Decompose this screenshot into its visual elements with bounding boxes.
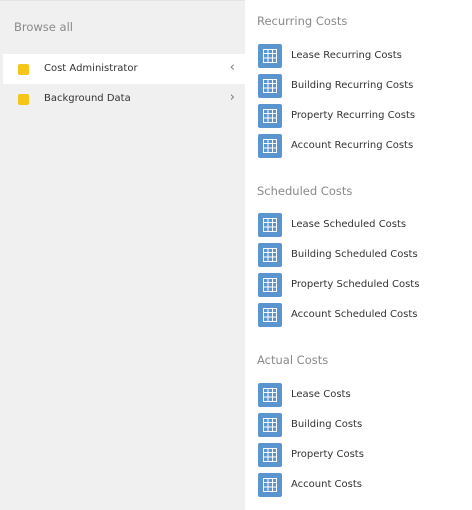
section-title-scheduled-costs: Scheduled Costs — [257, 184, 353, 198]
report-account-scheduled-costs[interactable]: Account Scheduled Costs — [258, 303, 463, 327]
sidebar-item-background-data[interactable]: Background Data › — [3, 84, 245, 114]
browse-all-heading: Browse all — [14, 20, 73, 34]
report-label: Lease Scheduled Costs — [291, 219, 407, 230]
report-label: Property Recurring Costs — [291, 110, 416, 121]
sidebar-item-cost-administrator[interactable]: Cost Administrator ‹ — [3, 54, 245, 84]
table-icon — [258, 473, 282, 497]
report-label: Building Scheduled Costs — [291, 249, 418, 260]
report-account-costs[interactable]: Account Costs — [258, 473, 463, 497]
report-lease-scheduled-costs[interactable]: Lease Scheduled Costs — [258, 213, 463, 237]
report-label: Account Costs — [291, 479, 362, 490]
report-building-costs[interactable]: Building Costs — [258, 413, 463, 437]
table-icon — [258, 44, 282, 68]
report-label: Account Scheduled Costs — [291, 309, 418, 320]
report-label: Property Costs — [291, 449, 364, 460]
report-lease-costs[interactable]: Lease Costs — [258, 383, 463, 407]
table-icon — [258, 413, 282, 437]
folder-icon — [18, 94, 29, 105]
table-icon — [258, 273, 282, 297]
table-icon — [258, 443, 282, 467]
sidebar-item-label: Cost Administrator — [44, 63, 138, 74]
section-title-recurring-costs: Recurring Costs — [257, 14, 348, 28]
table-icon — [258, 104, 282, 128]
report-account-recurring-costs[interactable]: Account Recurring Costs — [258, 134, 463, 158]
table-icon — [258, 134, 282, 158]
folder-icon — [18, 64, 29, 75]
report-property-costs[interactable]: Property Costs — [258, 443, 463, 467]
report-label: Building Costs — [291, 419, 363, 430]
table-icon — [258, 383, 282, 407]
chevron-right-icon[interactable]: › — [230, 90, 235, 106]
report-label: Account Recurring Costs — [291, 140, 414, 151]
table-icon — [258, 74, 282, 98]
report-property-scheduled-costs[interactable]: Property Scheduled Costs — [258, 273, 463, 297]
table-icon — [258, 243, 282, 267]
table-icon — [258, 213, 282, 237]
section-title-actual-costs: Actual Costs — [257, 353, 329, 367]
sidebar: Browse all Cost Administrator ‹ Backgrou… — [0, 0, 245, 510]
report-label: Property Scheduled Costs — [291, 279, 420, 290]
report-label: Lease Recurring Costs — [291, 50, 402, 61]
report-label: Building Recurring Costs — [291, 80, 414, 91]
report-lease-recurring-costs[interactable]: Lease Recurring Costs — [258, 44, 463, 68]
report-list-panel: Recurring Costs Lease Recurring Costs Bu… — [245, 0, 472, 510]
chevron-left-icon[interactable]: ‹ — [230, 60, 235, 76]
table-icon — [258, 303, 282, 327]
report-building-scheduled-costs[interactable]: Building Scheduled Costs — [258, 243, 463, 267]
report-label: Lease Costs — [291, 389, 351, 400]
sidebar-item-label: Background Data — [44, 93, 131, 104]
report-property-recurring-costs[interactable]: Property Recurring Costs — [258, 104, 463, 128]
report-building-recurring-costs[interactable]: Building Recurring Costs — [258, 74, 463, 98]
